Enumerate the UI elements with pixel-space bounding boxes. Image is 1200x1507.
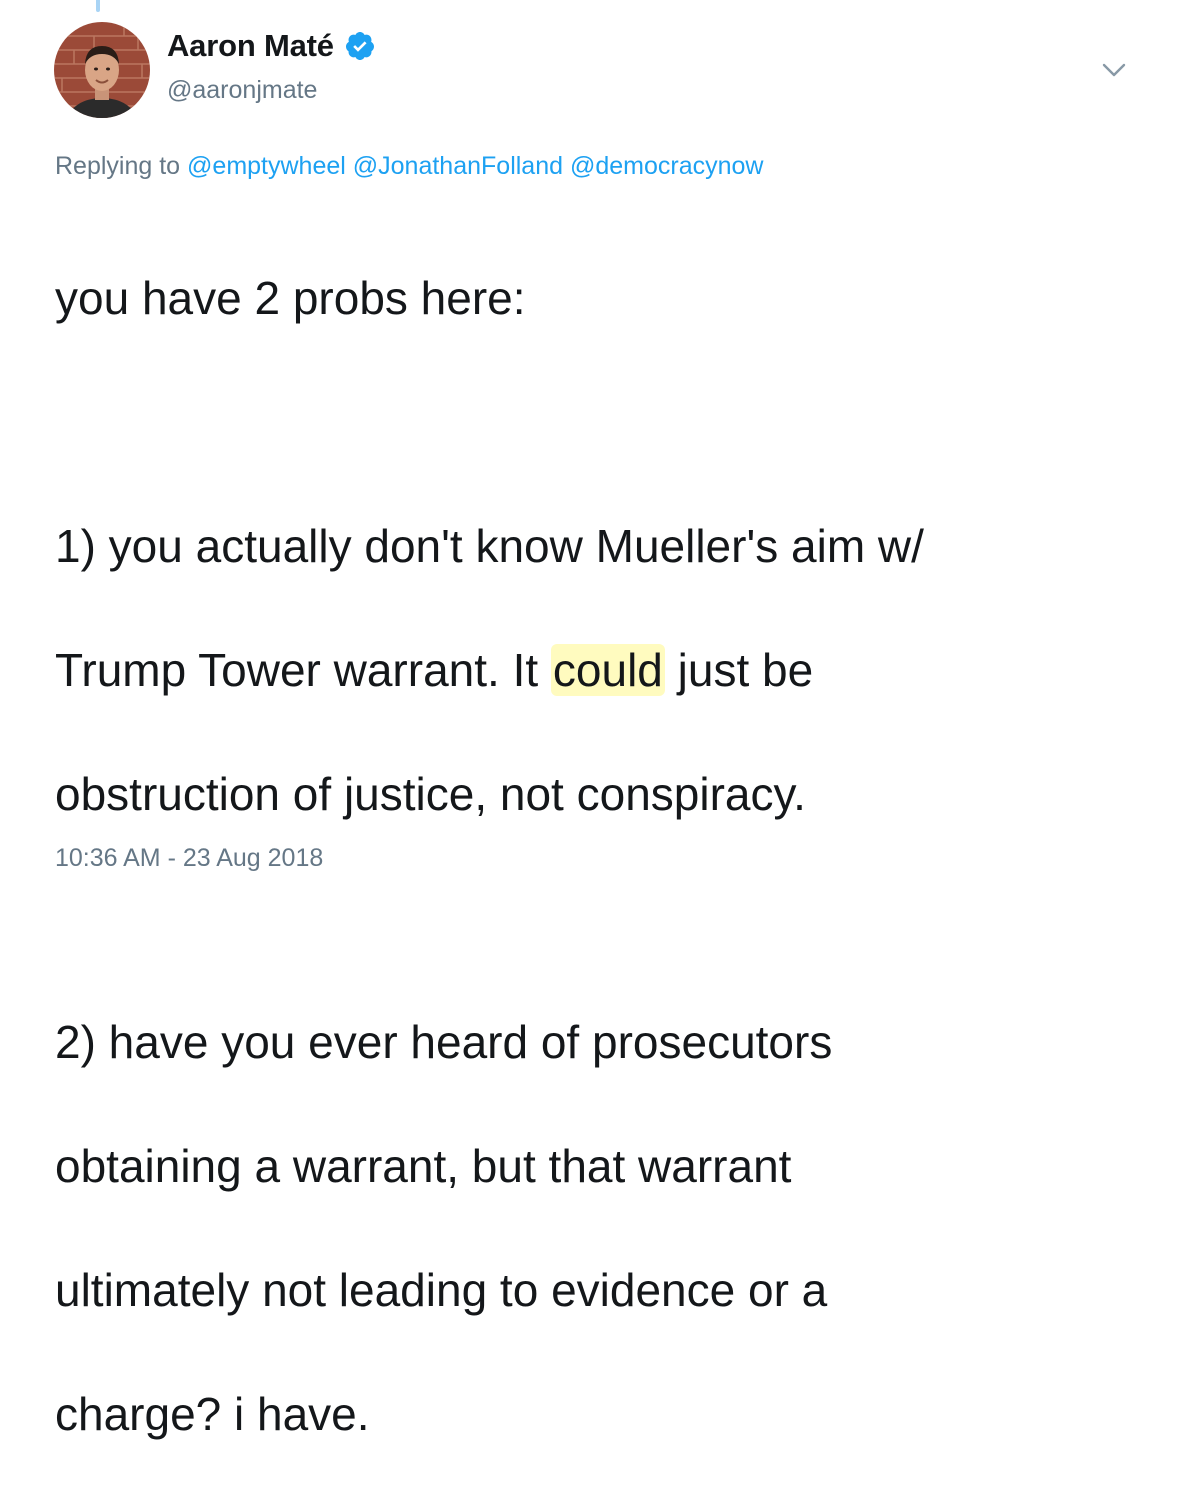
replying-to: Replying to @emptywheel @JonathanFolland… [55, 152, 763, 181]
mention-link[interactable]: @JonathanFolland [353, 152, 563, 180]
avatar-image [54, 22, 150, 118]
chevron-down-icon[interactable] [1100, 56, 1128, 84]
mention-link[interactable]: @emptywheel [187, 152, 346, 180]
author-name-row: Aaron Maté [167, 26, 376, 66]
thread-connector-line [96, 0, 100, 12]
tweet-line: Trump Tower warrant. It could just be [55, 639, 1175, 701]
highlighted-word: could [550, 644, 665, 696]
replying-to-label: Replying to [55, 152, 181, 180]
tweet-timestamp[interactable]: 10:36 AM - 23 Aug 2018 [55, 844, 323, 873]
avatar[interactable] [54, 22, 150, 118]
author-handle[interactable]: @aaronjmate [167, 76, 317, 105]
tweet-line: obstruction of justice, not conspiracy. [55, 768, 806, 820]
verified-badge-icon [345, 32, 374, 60]
tweet-line: you have 2 probs here: [55, 272, 526, 324]
tweet-line: ultimately not leading to evidence or a [55, 1264, 828, 1316]
tweet-line: 2) have you ever heard of prosecutors [55, 1016, 833, 1068]
tweet-line: obtaining a warrant, but that warrant [55, 1140, 792, 1192]
tweet-text-span: Trump Tower warrant. It [55, 644, 551, 696]
author-display-name[interactable]: Aaron Maté [167, 28, 334, 64]
tweet-text-span: just be [664, 644, 814, 696]
tweet-line: 1) you actually don't know Mueller's aim… [55, 520, 924, 572]
tweet-line: charge? i have. [55, 1388, 370, 1440]
mention-link[interactable]: @democracynow [570, 152, 764, 180]
